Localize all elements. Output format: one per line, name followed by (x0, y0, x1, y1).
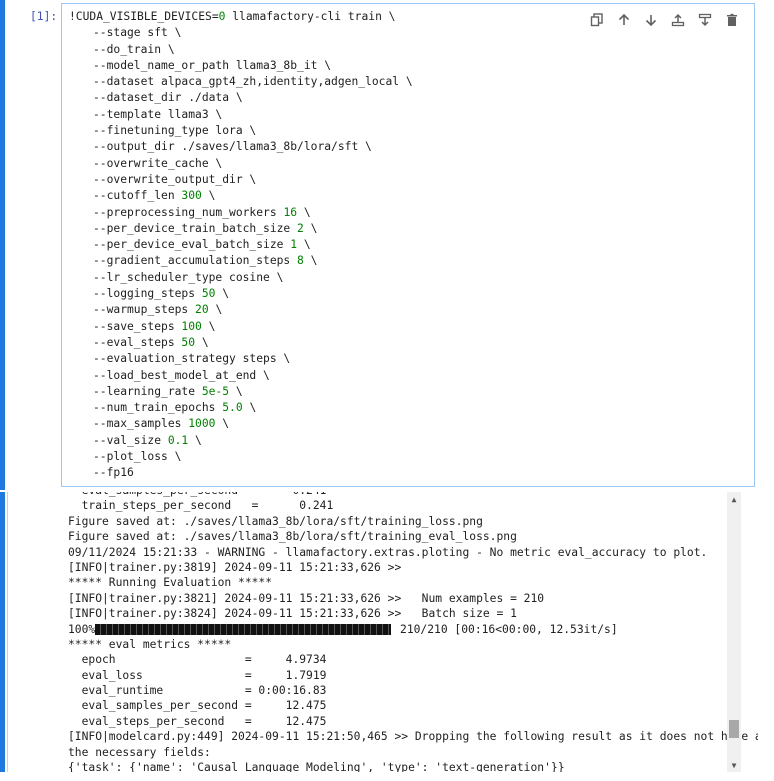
output-collapse-bar[interactable] (0, 492, 5, 772)
code-line: --preprocessing_num_workers 16 \ (93, 205, 311, 219)
code-line: --finetuning_type lora \ (93, 124, 257, 138)
insert-below-icon[interactable] (696, 11, 714, 29)
output-line: [INFO|trainer.py:3821] 2024-09-11 15:21:… (68, 591, 545, 605)
output-line: ***** eval metrics ***** (68, 637, 232, 651)
code-line: --learning_rate 5e-5 \ (93, 384, 243, 398)
output-log: eval_samples_per_second = 0.241 train_st… (68, 492, 758, 772)
output-scrollbar[interactable]: ▲ ▼ (727, 492, 741, 772)
code-line: --save_steps 100 \ (93, 319, 216, 333)
output-line: the necessary fields: (68, 745, 211, 759)
cell-toolbar (588, 11, 741, 29)
code-line: --dataset_dir ./data \ (93, 91, 243, 105)
code-line: --evaluation_strategy steps \ (93, 352, 291, 366)
output-line: Figure saved at: ./saves/llama3_8b/lora/… (68, 530, 517, 544)
insert-above-icon[interactable] (669, 11, 687, 29)
duplicate-icon[interactable] (588, 11, 606, 29)
scroll-up-arrow-icon[interactable]: ▲ (727, 492, 741, 506)
output-line: train_steps_per_second = 0.241 (68, 499, 334, 513)
code-line: --output_dir ./saves/llama3_8b/lora/sft … (93, 140, 372, 154)
active-cell-indicator (0, 0, 5, 490)
code-line: --overwrite_output_dir \ (93, 172, 257, 186)
code-editor[interactable]: !CUDA_VISIBLE_DEVICES=0 llamafactory-cli… (61, 3, 755, 487)
code-content[interactable]: !CUDA_VISIBLE_DEVICES=0 llamafactory-cli… (69, 9, 413, 482)
code-line: --model_name_or_path llama3_8b_it \ (93, 58, 332, 72)
code-line: --stage sft \ (93, 26, 182, 40)
code-line: --warmup_steps 20 \ (93, 303, 223, 317)
output-line: ***** Running Evaluation ***** (68, 576, 273, 590)
output-line: epoch = 4.9734 (68, 653, 327, 667)
code-line: --per_device_eval_batch_size 1 \ (93, 238, 311, 252)
scroll-thumb[interactable] (729, 720, 739, 738)
delete-icon[interactable] (723, 11, 741, 29)
code-line: --lr_scheduler_type cosine \ (93, 270, 284, 284)
code-line: !CUDA_VISIBLE_DEVICES=0 llamafactory-cli… (69, 10, 396, 23)
output-area[interactable]: eval_samples_per_second = 0.241 train_st… (7, 492, 758, 772)
move-up-icon[interactable] (615, 11, 633, 29)
code-line: --logging_steps 50 \ (93, 287, 230, 301)
output-line: 09/11/2024 15:21:33 - WARNING - llamafac… (68, 545, 708, 559)
code-cell[interactable]: [1]: !CUDA_VISIBLE_DEVICES=0 llamafactor… (0, 0, 774, 490)
code-line: --load_best_model_at_end \ (93, 368, 270, 382)
code-line: --per_device_train_batch_size 2 \ (93, 221, 318, 235)
code-line: --gradient_accumulation_steps 8 \ (93, 254, 318, 268)
code-line: --num_train_epochs 5.0 \ (93, 401, 257, 415)
code-line: --fp16 (93, 466, 134, 480)
output-line: [INFO|modelcard.py:449] 2024-09-11 15:21… (68, 730, 758, 744)
output-line: eval_loss = 1.7919 (68, 668, 327, 682)
output-line: eval_steps_per_second = 12.475 (68, 714, 327, 728)
code-line: --do_train \ (93, 42, 175, 56)
execution-count: [1]: (30, 10, 58, 23)
code-line: --cutoff_len 300 \ (93, 189, 216, 203)
code-line: --dataset alpaca_gpt4_zh,identity,adgen_… (93, 75, 413, 89)
code-line: --template llama3 \ (93, 107, 223, 121)
progress-line: 100% 210/210 [00:16<00:00, 12.53it/s] (68, 622, 758, 637)
output-line: {'task': {'name': 'Causal Language Model… (68, 761, 565, 772)
cell-output: eval_samples_per_second = 0.241 train_st… (0, 492, 774, 781)
code-line: --max_samples 1000 \ (93, 417, 230, 431)
output-line: Figure saved at: ./saves/llama3_8b/lora/… (68, 514, 483, 528)
code-line: --overwrite_cache \ (93, 156, 223, 170)
output-line: eval_samples_per_second = 12.475 (68, 699, 327, 713)
move-down-icon[interactable] (642, 11, 660, 29)
code-line: --val_size 0.1 \ (93, 433, 202, 447)
progress-percent: 100% (68, 622, 96, 636)
code-line: --eval_steps 50 \ (93, 335, 209, 349)
output-line: eval_runtime = 0:00:16.83 (68, 684, 327, 698)
output-line: [INFO|trainer.py:3819] 2024-09-11 15:21:… (68, 560, 402, 574)
progress-bar (95, 624, 392, 636)
code-line: --plot_loss \ (93, 450, 182, 464)
progress-status: 210/210 [00:16<00:00, 12.53it/s] (393, 622, 618, 636)
scroll-down-arrow-icon[interactable]: ▼ (727, 758, 741, 772)
output-line: [INFO|trainer.py:3824] 2024-09-11 15:21:… (68, 607, 517, 621)
